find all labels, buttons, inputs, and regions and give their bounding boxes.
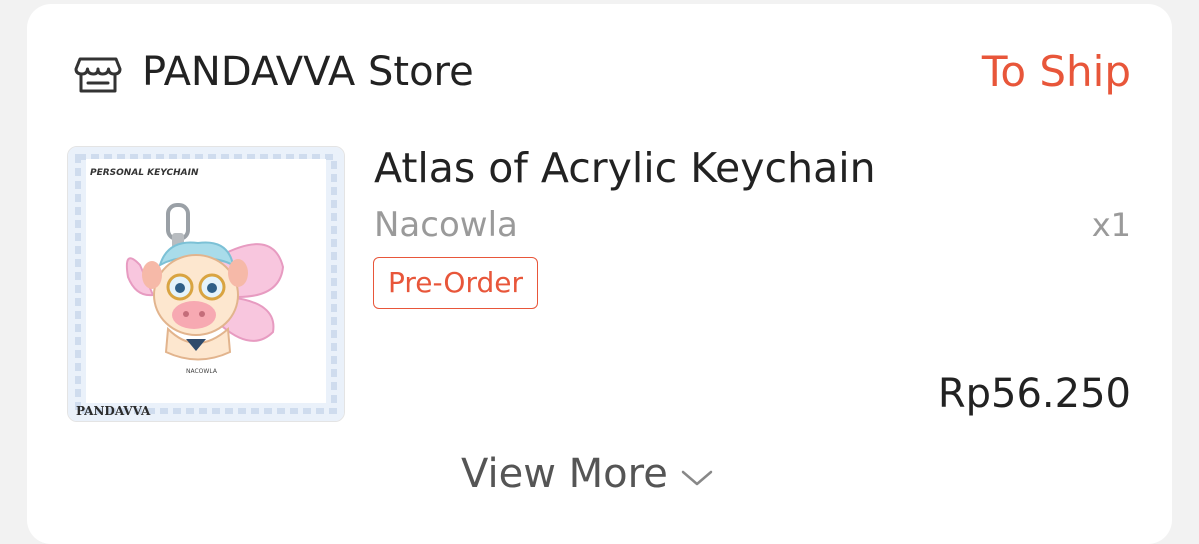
image-name-text: NACOWLA (186, 368, 218, 375)
image-brand-text: PANDAVVA (76, 404, 151, 418)
view-more-button[interactable]: View More (461, 445, 714, 503)
product-price: Rp56.250 (937, 371, 1131, 417)
product-image-art: PERSONAL KEYCHAIN NACOWLA PANDAVVA (68, 147, 344, 421)
image-header-text: PERSONAL KEYCHAIN (90, 168, 199, 178)
storefront-icon (74, 57, 122, 93)
chevron-down-icon (681, 470, 713, 486)
view-more-label: View More (461, 451, 668, 497)
pre-order-badge: Pre-Order (373, 257, 538, 309)
order-status: To Ship (981, 47, 1131, 96)
product-variant: Nacowla (374, 205, 518, 245)
product-image[interactable]: PERSONAL KEYCHAIN NACOWLA PANDAVVA (67, 146, 345, 422)
product-quantity: x1 (1091, 206, 1131, 244)
product-name[interactable]: Atlas of Acrylic Keychain (374, 138, 876, 198)
store-name[interactable]: PANDAVVA Store (142, 44, 474, 100)
